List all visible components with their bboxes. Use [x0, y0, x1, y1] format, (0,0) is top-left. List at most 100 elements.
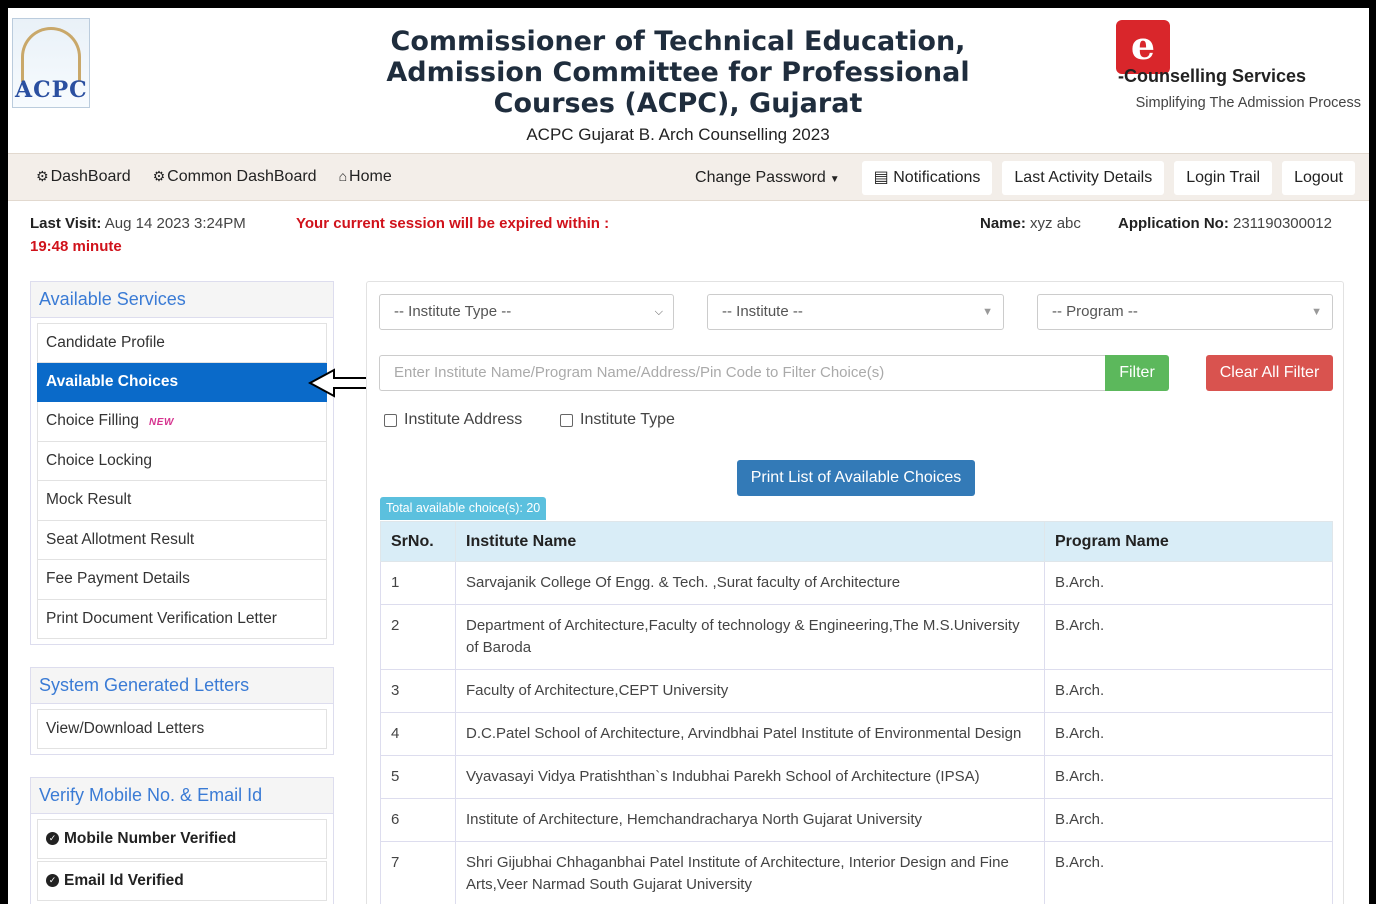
login-trail-button[interactable]: Login Trail — [1174, 161, 1273, 195]
nav-home[interactable]: ⌂ Home — [339, 168, 392, 186]
available-choices-panel: -- Institute Type -- ⌵ -- Institute -- ▼ -… — [366, 281, 1344, 904]
ecounselling-brand: e -Counselling Services Simplifying The … — [1116, 20, 1361, 111]
newspaper-icon: ▤ — [873, 169, 889, 186]
nav-left: ⚙ DashBoard ⚙ Common DashBoard ⌂ Home — [36, 154, 392, 200]
table-row: 7 Shri Gijubhai Chhaganbhai Patel Instit… — [380, 841, 1333, 904]
email-verified-item[interactable]: ✓ Email Id Verified — [37, 861, 327, 901]
sidebar-item-choice-locking[interactable]: Choice Locking — [37, 441, 327, 481]
arch-graphic — [21, 27, 81, 82]
page-subtitle: ACPC Gujarat B. Arch Counselling 2023 — [526, 125, 830, 144]
session-warning: Your current session will be expired wit… — [296, 215, 610, 232]
column-header: Program Name — [1044, 521, 1333, 562]
cell-srno: 7 — [380, 841, 456, 904]
cell-srno: 1 — [380, 561, 456, 605]
cell-institute: Institute of Architecture, Hemchandracha… — [455, 798, 1045, 842]
title-block: Commissioner of Technical Education, Adm… — [338, 26, 1018, 145]
sidebar-item-print-verification[interactable]: Print Document Verification Letter — [37, 599, 327, 639]
page-title: Commissioner of Technical Education, Adm… — [338, 26, 1018, 119]
institute-select[interactable]: -- Institute -- ▼ — [707, 294, 1004, 330]
table-row: 3 Faculty of Architecture,CEPT Universit… — [380, 669, 1333, 713]
sidebar-item-fee-payment[interactable]: Fee Payment Details — [37, 560, 327, 600]
sidebar-item-view-letters[interactable]: View/Download Letters — [37, 709, 327, 749]
nav-common-dashboard-label: Common DashBoard — [167, 168, 317, 185]
sidebar-item-candidate-profile[interactable]: Candidate Profile — [37, 323, 327, 363]
nav-dashboard[interactable]: ⚙ DashBoard — [36, 168, 131, 186]
change-password-dropdown[interactable]: Change Password ▼ — [683, 161, 852, 195]
verify-list: ✓ Mobile Number Verified ✓ Email Id Verifi… — [31, 814, 333, 904]
verify-heading: Verify Mobile No. & Email Id — [31, 778, 333, 814]
print-list-button[interactable]: Print List of Available Choices — [737, 460, 975, 496]
nav-dashboard-label: DashBoard — [50, 168, 131, 185]
check-circle-icon: ✓ — [46, 832, 59, 846]
logout-button[interactable]: Logout — [1282, 161, 1355, 195]
clear-all-filter-button[interactable]: Clear All Filter — [1206, 355, 1333, 391]
letters-panel: System Generated Letters View/Download L… — [30, 667, 334, 755]
filter-button[interactable]: Filter — [1105, 355, 1169, 391]
notifications-label: Notifications — [893, 169, 981, 186]
total-choices-badge: Total available choice(s): 20 — [380, 497, 547, 520]
program-select[interactable]: -- Program -- ▼ — [1037, 294, 1333, 330]
acpc-logo: ACPC — [12, 18, 90, 108]
acpc-logo-text: ACPC — [15, 77, 88, 103]
last-visit: Last Visit: Aug 14 2023 3:24PM — [30, 215, 246, 232]
institute-address-checkbox[interactable]: Institute Address — [384, 411, 522, 429]
caret-down-icon: ▼ — [1311, 306, 1322, 318]
cell-program: B.Arch. — [1044, 561, 1333, 605]
available-services-heading: Available Services — [31, 282, 333, 318]
last-visit-label: Last Visit: — [30, 215, 102, 232]
cell-institute: Faculty of Architecture,CEPT University — [455, 669, 1045, 713]
cell-institute: Sarvajanik College Of Engg. & Tech. ,Sur… — [455, 561, 1045, 605]
letters-list: View/Download Letters — [31, 704, 333, 754]
table-row: 1 Sarvajanik College Of Engg. & Tech. ,S… — [380, 561, 1333, 605]
application-number: Application No: 231190300012 — [1118, 215, 1332, 232]
program-value: -- Program -- — [1052, 303, 1138, 320]
sidebar-item-seat-allotment[interactable]: Seat Allotment Result — [37, 520, 327, 560]
navbar: ⚙ DashBoard ⚙ Common DashBoard ⌂ Home Chang… — [8, 153, 1369, 201]
cell-srno: 2 — [380, 604, 456, 670]
letters-heading: System Generated Letters — [31, 668, 333, 704]
nav-common-dashboard[interactable]: ⚙ Common DashBoard — [153, 168, 317, 186]
sidebar-item-choice-filling[interactable]: Choice Filling NEW — [37, 402, 327, 442]
table-row: 5 Vyavasayi Vidya Pratishthan`s Indubhai… — [380, 755, 1333, 799]
email-verified-label: Email Id Verified — [64, 872, 184, 889]
institute-address-label: Institute Address — [404, 411, 523, 428]
notifications-button[interactable]: ▤ Notifications — [861, 161, 993, 195]
cell-institute: Shri Gijubhai Chhaganbhai Patel Institut… — [455, 841, 1045, 904]
cell-program: B.Arch. — [1044, 669, 1333, 713]
filter-search-input[interactable]: Enter Institute Name/Program Name/Addres… — [379, 355, 1105, 391]
cell-institute: Department of Architecture,Faculty of te… — [455, 604, 1045, 670]
mobile-verified-item[interactable]: ✓ Mobile Number Verified — [37, 819, 327, 859]
cell-srno: 5 — [380, 755, 456, 799]
sidebar-item-available-choices[interactable]: Available Choices — [37, 362, 327, 402]
title-line-1: Commissioner of Technical Education, — [390, 26, 966, 57]
cell-program: B.Arch. — [1044, 604, 1333, 670]
nav-home-label: Home — [349, 168, 392, 185]
appno-label: Application No: — [1118, 215, 1229, 232]
header: ACPC Commissioner of Technical Education… — [8, 8, 1369, 153]
cell-program: B.Arch. — [1044, 841, 1333, 904]
caret-down-icon: ▼ — [829, 174, 840, 185]
cell-institute: D.C.Patel School of Architecture, Arvind… — [455, 712, 1045, 756]
cell-program: B.Arch. — [1044, 755, 1333, 799]
column-header: Institute Name — [455, 521, 1045, 562]
institute-type-select[interactable]: -- Institute Type -- ⌵ — [379, 294, 674, 330]
last-activity-button[interactable]: Last Activity Details — [1002, 161, 1165, 195]
institute-type-checkbox[interactable]: Institute Type — [560, 411, 675, 429]
change-password-label: Change Password — [695, 169, 826, 186]
verify-panel: Verify Mobile No. & Email Id ✓ Mobile Num… — [30, 777, 334, 904]
name-label: Name: — [980, 215, 1026, 232]
choices-table: SrNo. Institute Name Program Name 1 Sarv… — [380, 521, 1333, 904]
new-badge: NEW — [149, 417, 174, 428]
table-header-row: SrNo. Institute Name Program Name — [380, 521, 1333, 562]
sidebar-item-mock-result[interactable]: Mock Result — [37, 481, 327, 521]
table-row: 2 Department of Architecture,Faculty of … — [380, 604, 1333, 670]
dashboard-icon: ⚙ — [152, 168, 166, 184]
institute-value: -- Institute -- — [722, 303, 803, 320]
services-list: Candidate Profile Available Choices Choi… — [31, 318, 333, 644]
brand-name: -Counselling Services — [1118, 65, 1307, 86]
checkbox-box[interactable] — [384, 413, 397, 427]
brand-tagline: Simplifying The Admission Process — [1135, 95, 1361, 111]
check-circle-icon: ✓ — [46, 874, 59, 888]
cell-program: B.Arch. — [1044, 712, 1333, 756]
checkbox-box[interactable] — [560, 413, 573, 427]
